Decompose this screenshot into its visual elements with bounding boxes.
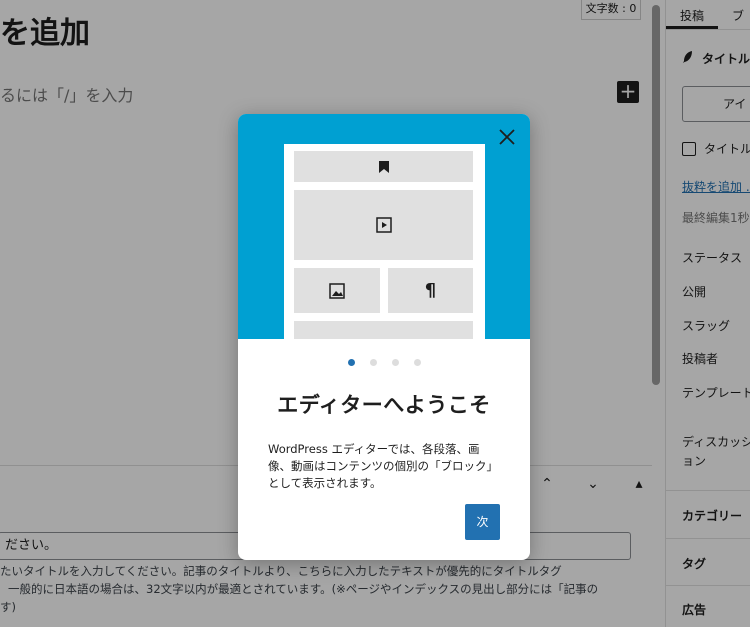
video-block-icon bbox=[294, 190, 473, 260]
welcome-guide-illustration: ¶ bbox=[238, 114, 530, 339]
paragraph-icon: ¶ bbox=[388, 268, 473, 313]
page-indicator bbox=[238, 359, 530, 367]
welcome-body: WordPress エディターでは、各段落、画像、動画はコンテンツの個別の「ブロ… bbox=[268, 442, 498, 490]
close-icon[interactable] bbox=[496, 126, 518, 148]
illustration-block bbox=[294, 321, 473, 339]
bookmark-icon bbox=[294, 151, 473, 182]
next-button[interactable]: 次 bbox=[465, 504, 500, 540]
page-dot[interactable] bbox=[347, 359, 355, 366]
welcome-heading: エディターへようこそ bbox=[277, 393, 491, 417]
block-illustration: ¶ bbox=[284, 144, 485, 339]
page-dot[interactable] bbox=[391, 359, 399, 366]
page-dot[interactable] bbox=[369, 359, 377, 366]
image-block-icon bbox=[294, 268, 380, 313]
welcome-guide-modal: ¶ エディターへようこそ WordPress エディターでは、各段落、画像、動画… bbox=[238, 114, 530, 560]
page-dot[interactable] bbox=[413, 359, 421, 366]
